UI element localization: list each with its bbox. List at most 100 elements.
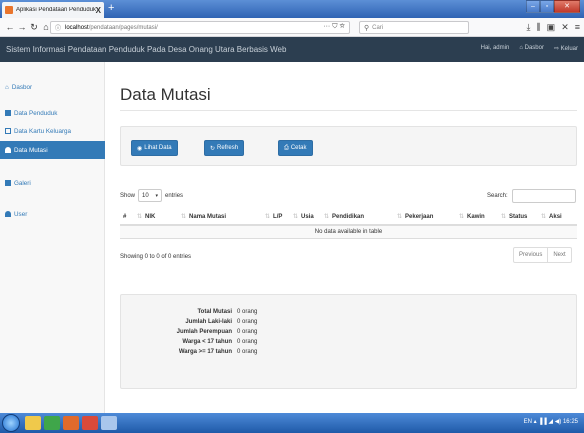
sidebar-icon[interactable]: ▣ [547,22,556,33]
media-icon[interactable] [44,416,60,430]
system-tray[interactable]: EN ▴ ▐▐ ◢ ◀) 16:25 [524,418,578,425]
sort-icon: ⇅ [293,214,299,220]
sidebar-item-galeri[interactable]: Galeri [0,174,105,192]
home-icon: ⌂ [5,83,9,91]
os-taskbar: EN ▴ ▐▐ ◢ ◀) 16:25 [0,413,584,433]
user-move-icon [5,147,11,153]
next-page-button[interactable]: Next [548,247,572,263]
sort-icon: ⇅ [181,214,187,220]
maximize-icon[interactable]: ▫ [540,0,554,13]
browser-nav-bar: ← → ↻ ⌂ ⓘ localhost /pendataan/pages/mut… [0,18,584,37]
app-header: Sistem Informasi Pendataan Penduduk Pada… [0,37,584,62]
summary-row-laki-laki: Jumlah Laki-laki 0 orang [185,319,258,325]
app-title[interactable]: Sistem Informasi Pendataan Penduduk Pada… [6,45,286,54]
firefox-icon[interactable] [63,416,79,430]
sort-icon: ⇅ [324,214,330,220]
action-panel: ◉ Lihat Data ↻ Refresh ⎙ Cetak [120,126,577,166]
sort-icon: ⇅ [265,214,271,220]
tab-title: Aplikasi Pendataan Penduduk [16,7,96,13]
favicon-icon [5,6,13,14]
page-length-control: Show 10 ▾ entries [120,189,183,202]
title-divider [120,110,577,111]
print-icon: ⎙ [284,144,289,151]
sidebar-item-dasbor[interactable]: ⌂ Dasbor [0,78,105,96]
picture-icon [5,180,11,186]
table-info: Showing 0 to 0 of 0 entries [120,254,192,260]
summary-row-under-17: Warga < 17 tahun 0 orang [182,339,258,345]
col-header-aksi[interactable]: ⇅ Aksi [538,209,577,226]
sidebar: ⌂ Dasbor Data Penduduk Data Kartu Keluar… [0,62,105,413]
sort-icon: ⇅ [137,214,143,220]
url-bar[interactable]: ⓘ localhost /pendataan/pages/mutasi/ ···… [50,21,350,34]
col-header-pekerjaan[interactable]: ⇅ Pekerjaan [394,209,456,226]
minimize-icon[interactable]: – [526,0,540,13]
tab-close-icon[interactable]: X [96,6,101,15]
url-path: /pendataan/pages/mutasi/ [88,24,158,31]
show-label: Show [120,192,136,199]
user-icon [5,211,11,217]
greeting: Hai, admin [480,45,510,51]
eye-icon: ◉ [137,145,143,152]
window-icon[interactable] [101,416,117,430]
browser-search-bar[interactable]: ⚲ Cari [359,21,469,34]
previous-page-button[interactable]: Previous [513,247,549,263]
table-search-input[interactable] [511,189,576,203]
summary-row-17-plus: Warga >= 17 tahun 0 orang [178,349,258,355]
sort-icon: ⇅ [459,214,465,220]
refresh-button[interactable]: ↻ Refresh [204,140,245,156]
search-icon: ⚲ [364,24,370,32]
lihat-data-button[interactable]: ◉ Lihat Data [131,140,178,156]
logout-icon: ⇨ [553,46,561,52]
header-nav: Hai, admin ⌂ Dasbor ⇨ Keluar [481,45,578,52]
explorer-icon[interactable] [25,416,41,430]
start-button[interactable] [2,414,20,432]
col-header-lp[interactable]: ⇅ L/P [262,209,290,226]
page-length-select[interactable]: 10 ▾ [138,189,163,202]
search-label: Search: [487,193,508,199]
url-host: localhost [65,24,89,31]
search-placeholder: Cari [372,24,384,31]
summary-row-total: Total Mutasi 0 orang [197,309,258,315]
table-search: Search: [487,189,576,203]
page-title: Data Mutasi [120,85,211,104]
table-header-row: # ⇅ NIK ⇅ Nama Mutasi ⇅ L/P ⇅ Usia ⇅ Pendidik… [120,209,577,226]
chevron-down-icon: ▾ [155,192,159,199]
book-icon [5,110,11,116]
library-icon[interactable]: ⫼ [537,22,541,33]
download-icon[interactable]: ⤓ [527,22,531,33]
info-icon[interactable]: ⓘ [55,23,61,32]
col-header-pendidikan[interactable]: ⇅ Pendidikan [321,209,394,226]
reload-icon[interactable]: ↻ [28,22,40,33]
summary-row-perempuan: Jumlah Perempuan 0 orang [176,329,258,335]
sidebar-item-data-penduduk[interactable]: Data Penduduk [0,104,105,122]
summary-panel: Total Mutasi 0 orang Jumlah Laki-laki 0 … [120,294,577,389]
sort-icon: ⇅ [397,214,403,220]
col-header-nama-mutasi[interactable]: ⇅ Nama Mutasi [178,209,262,226]
card-icon [5,128,11,134]
forward-icon[interactable]: → [16,22,28,32]
sidebar-item-user[interactable]: User [0,205,105,223]
col-header-number[interactable]: # [120,209,134,226]
sidebar-item-data-mutasi[interactable]: Data Mutasi [0,141,105,159]
window-close-icon[interactable]: ✕ [554,0,580,13]
col-header-kawin[interactable]: ⇅ Kawin [456,209,498,226]
logout-link[interactable]: ⇨ Keluar [554,45,578,52]
browser-tab[interactable]: Aplikasi Pendataan Penduduk X [2,2,104,18]
new-tab-button[interactable]: + [108,2,114,14]
close-icon[interactable]: ✕ [561,22,569,33]
col-header-usia[interactable]: ⇅ Usia [290,209,321,226]
cetak-button[interactable]: ⎙ Cetak [278,140,313,156]
browser-tab-strip: Aplikasi Pendataan Penduduk X + – ▫ ✕ [0,0,584,18]
browser-toolbar: ⤓ ⫼ ▣ ✕ ≡ [527,22,580,33]
col-header-nik[interactable]: ⇅ NIK [134,209,178,226]
page-actions-icon[interactable]: ··· ⛉ ☆ [323,23,345,31]
app-icon[interactable] [82,416,98,430]
back-icon[interactable]: ← [4,22,16,32]
col-header-status[interactable]: ⇅ Status [498,209,538,226]
header-dasbor-link[interactable]: ⌂ Dasbor [519,45,544,52]
sidebar-item-data-kartu-keluarga[interactable]: Data Kartu Keluarga [0,122,105,140]
menu-icon[interactable]: ≡ [575,22,580,33]
empty-table-message: No data available in table [120,225,577,239]
sort-icon: ⇅ [541,214,547,220]
entries-label: entries [165,192,184,199]
